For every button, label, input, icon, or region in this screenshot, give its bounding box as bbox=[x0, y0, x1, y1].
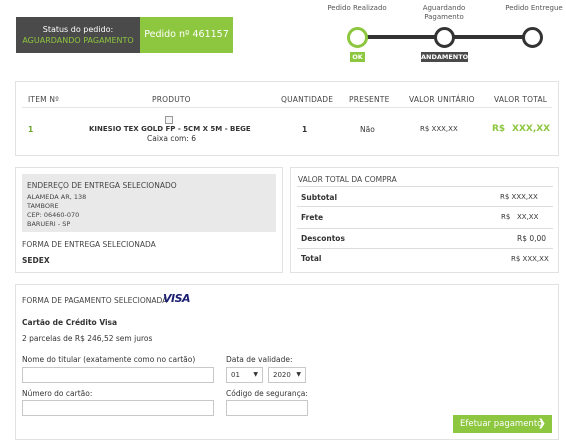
address-title: ENDEREÇO DE ENTREGA SELECIONADO bbox=[27, 181, 177, 190]
table-row-product-sub: Caixa com: 6 bbox=[147, 134, 197, 143]
step-circle-placed bbox=[347, 27, 368, 48]
order-number-box: Pedido nº 461157 bbox=[140, 17, 233, 53]
validity-label: Data de validade: bbox=[226, 355, 293, 364]
cvv-label: Código de segurança: bbox=[226, 389, 308, 398]
summary-total-value: R$ XXX,XX bbox=[511, 255, 549, 263]
summary-subtotal-value: R$ XXX,XX bbox=[500, 193, 538, 201]
holder-name-input[interactable] bbox=[22, 367, 214, 383]
col-header-quantity: QUANTIDADE bbox=[281, 95, 334, 104]
table-row-total-currency: R$ bbox=[492, 124, 506, 134]
step-badge-progress: ANDAMENTO bbox=[421, 52, 469, 62]
payment-method: Cartão de Crédito Visa bbox=[22, 318, 118, 327]
step-label-awaiting: Aguardando Pagamento bbox=[422, 4, 466, 21]
table-row-gift: Não bbox=[360, 125, 375, 134]
step-badge-ok: OK bbox=[350, 52, 365, 62]
col-header-item: ITEM Nº bbox=[28, 95, 59, 104]
address-line-2: TAMBORE bbox=[27, 202, 59, 210]
col-header-product: PRODUTO bbox=[152, 95, 191, 104]
items-panel bbox=[15, 81, 559, 156]
chevron-down-icon: ▼ bbox=[296, 371, 301, 378]
payment-installments: 2 parcelas de R$ 246,52 sem juros bbox=[22, 334, 153, 343]
col-header-total: VALOR TOTAL bbox=[494, 95, 548, 104]
step-label-placed: Pedido Realizado bbox=[327, 4, 387, 12]
validity-month-select[interactable]: 01 ▼ bbox=[226, 367, 263, 383]
table-row-item: 1 bbox=[28, 125, 34, 134]
order-number: Pedido nº 461157 bbox=[144, 29, 229, 40]
delivery-method: SEDEX bbox=[22, 256, 50, 265]
summary-title-divider bbox=[297, 186, 553, 187]
table-header-divider bbox=[22, 107, 552, 108]
summary-freight-label: Frete bbox=[301, 213, 324, 222]
submit-payment-label: Efetuar pagamento bbox=[460, 419, 543, 429]
order-status-value: AGUARDANDO PAGAMENTO bbox=[22, 36, 134, 45]
validity-month-value: 01 bbox=[231, 371, 240, 379]
step-circle-awaiting bbox=[434, 27, 455, 48]
step-circle-delivered bbox=[522, 27, 543, 48]
summary-discount-label: Descontos bbox=[301, 234, 345, 243]
address-line-1: ALAMEDA AR, 138 bbox=[27, 193, 87, 201]
address-line-4: BARUERI - SP bbox=[27, 220, 71, 228]
order-status-label: Status do pedido: bbox=[42, 25, 114, 34]
col-header-unit-price: VALOR UNITÁRIO bbox=[409, 95, 475, 104]
card-number-label: Número do cartão: bbox=[22, 389, 93, 398]
summary-discount-value: R$ 0,00 bbox=[517, 234, 547, 243]
visa-logo: VISA bbox=[163, 292, 191, 305]
holder-name-label: Nome do titular (exatamente como no cart… bbox=[22, 355, 196, 364]
table-row-unit-price: R$ XXX,XX bbox=[420, 125, 458, 133]
delivery-method-title: FORMA DE ENTREGA SELECIONADA bbox=[22, 240, 156, 249]
cvv-input[interactable] bbox=[226, 400, 308, 416]
payment-title: FORMA DE PAGAMENTO SELECIONADA bbox=[22, 296, 168, 305]
table-row-product: KINESIO TEX GOLD FP - 5CM X 5M - BEGE bbox=[89, 125, 251, 133]
chevron-down-icon: ▼ bbox=[253, 371, 258, 378]
summary-total-label: Total bbox=[301, 254, 322, 263]
order-status-box: Status do pedido: AGUARDANDO PAGAMENTO bbox=[16, 17, 140, 53]
summary-title: VALOR TOTAL DA COMPRA bbox=[298, 175, 397, 184]
validity-year-value: 2020 bbox=[273, 371, 291, 379]
address-line-3: CEP: 06460-070 bbox=[27, 211, 80, 219]
chevron-right-icon: ❯ bbox=[537, 418, 546, 429]
product-image bbox=[165, 116, 173, 124]
validity-year-select[interactable]: 2020 ▼ bbox=[268, 367, 306, 383]
step-label-delivered: Pedido Entregue bbox=[505, 4, 563, 12]
submit-payment-button[interactable]: Efetuar pagamento ❯ bbox=[453, 415, 552, 433]
summary-freight-value: R$ XX,XX bbox=[501, 213, 539, 221]
summary-subtotal-label: Subtotal bbox=[301, 193, 338, 202]
table-row-total-value: XXX,XX bbox=[512, 124, 551, 134]
card-number-input[interactable] bbox=[22, 400, 214, 416]
table-row-quantity: 1 bbox=[302, 125, 308, 134]
col-header-gift: PRESENTE bbox=[349, 95, 390, 104]
